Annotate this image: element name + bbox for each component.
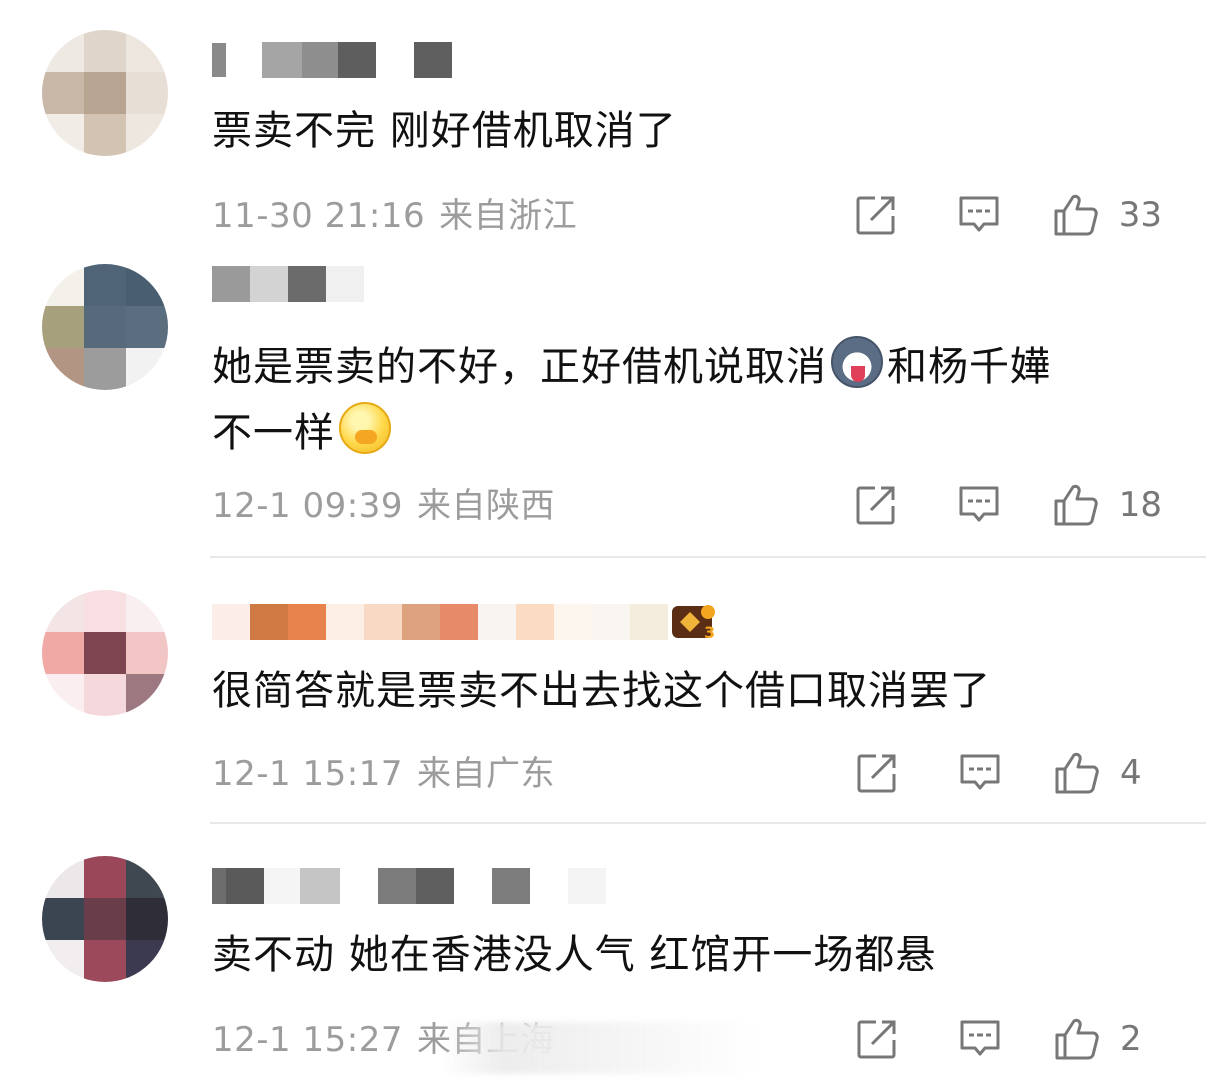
thumbs-up-icon[interactable] <box>1054 1017 1100 1061</box>
comment-meta: 12-1 09:39 来自陕西 <box>212 486 555 526</box>
avatar[interactable] <box>42 30 168 156</box>
comment-text: 很简答就是票卖不出去找这个借口取消罢了 <box>212 668 991 714</box>
comment-location: 来自广东 <box>416 754 555 794</box>
comment-text: 她是票卖的不好，正好借机说取消 和杨千嬅不一样 <box>212 334 1146 466</box>
comment-time: 12-1 15:17 <box>212 754 403 794</box>
share-icon[interactable] <box>855 194 897 236</box>
avatar[interactable] <box>42 856 168 982</box>
comment-actions: 2 <box>856 1016 1162 1062</box>
comment-time: 12-1 09:39 <box>212 486 403 526</box>
watermark <box>440 1022 760 1074</box>
username-blurred[interactable] <box>212 866 606 906</box>
comment-icon[interactable] <box>957 194 1001 236</box>
divider <box>210 822 1206 824</box>
like-count: 18 <box>1118 485 1162 525</box>
share-icon[interactable] <box>856 1018 898 1060</box>
username-blurred[interactable] <box>212 264 364 304</box>
comment-meta: 12-1 15:17 来自广东 <box>212 754 555 794</box>
comment-text: 卖不动 她在香港没人气 红馆开一场都悬 <box>212 932 937 978</box>
comment-icon[interactable] <box>958 752 1002 794</box>
comment-meta: 11-30 21:16 来自浙江 <box>212 196 577 236</box>
share-icon[interactable] <box>856 752 898 794</box>
fan-level-badge-icon[interactable]: 3 <box>670 602 722 642</box>
comment-actions: 18 <box>855 482 1162 528</box>
avatar[interactable] <box>42 590 168 716</box>
username-blurred[interactable]: 3 <box>212 602 722 642</box>
comment-time: 12-1 15:27 <box>212 1020 403 1060</box>
comment-actions: 33 <box>855 192 1162 238</box>
svg-text:3: 3 <box>704 623 715 642</box>
comment-actions: 4 <box>856 750 1162 796</box>
comment-text-part: 不一样 <box>212 410 335 456</box>
username-blurred[interactable] <box>212 40 452 80</box>
comment-text-part: 和杨千嬅 <box>887 344 1051 390</box>
thumbs-up-icon[interactable] <box>1054 751 1100 795</box>
comment-location: 来自浙江 <box>439 196 578 236</box>
thumbs-up-icon[interactable] <box>1053 193 1099 237</box>
share-icon[interactable] <box>855 484 897 526</box>
comment-location: 来自陕西 <box>416 486 555 526</box>
avatar[interactable] <box>42 264 168 390</box>
husky-emoji-icon <box>831 336 883 388</box>
shy-emoji-icon <box>339 402 391 454</box>
comment-icon[interactable] <box>958 1018 1002 1060</box>
comment-text-part: 她是票卖的不好，正好借机说取消 <box>212 344 827 390</box>
like-count: 2 <box>1120 1019 1142 1059</box>
like-count: 4 <box>1120 753 1142 793</box>
divider <box>210 556 1206 558</box>
like-count: 33 <box>1118 195 1162 235</box>
comment-icon[interactable] <box>957 484 1001 526</box>
thumbs-up-icon[interactable] <box>1053 483 1099 527</box>
comment-time: 11-30 21:16 <box>212 196 426 236</box>
comment-text: 票卖不完 刚好借机取消了 <box>212 108 677 154</box>
